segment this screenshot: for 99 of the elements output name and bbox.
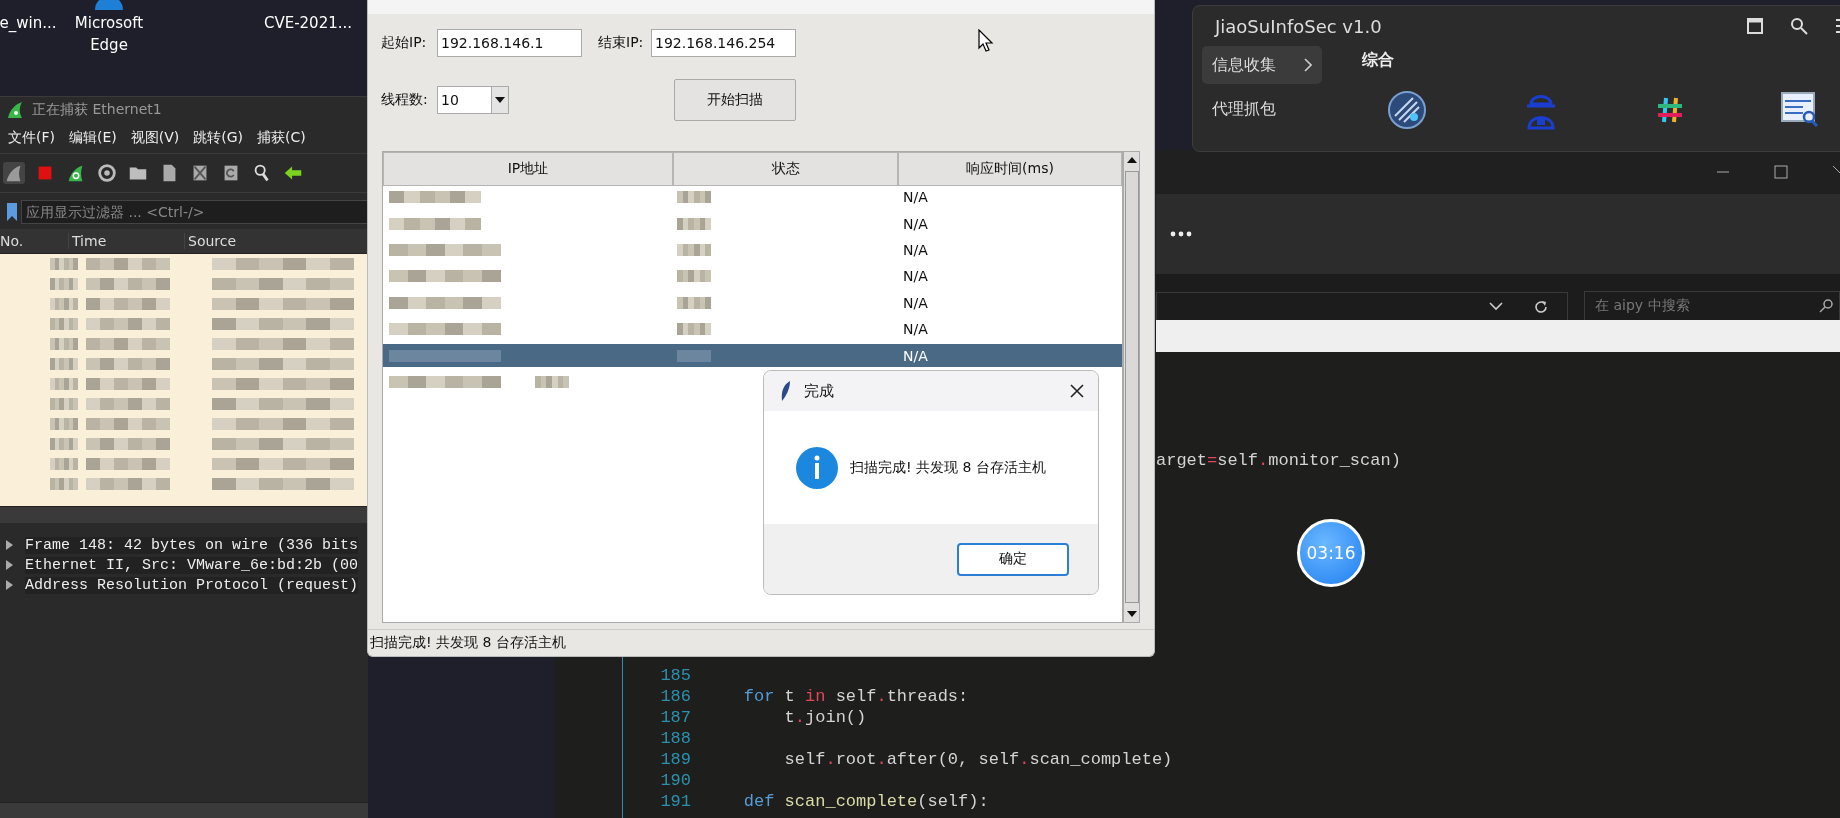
field-label: 线程数: xyxy=(381,91,429,109)
blurred-text xyxy=(677,217,711,230)
line-number: 191 xyxy=(659,792,691,811)
menu-item[interactable]: 文件(F) xyxy=(8,129,55,147)
table-cell: N/A xyxy=(903,215,928,232)
scrollbar[interactable] xyxy=(0,802,368,818)
gear-icon[interactable] xyxy=(96,162,118,184)
scroll-down-icon[interactable] xyxy=(1126,611,1137,617)
blurred-text xyxy=(50,298,78,310)
dialog-message: 扫描完成! 共发现 8 台存活主机 xyxy=(850,458,1046,477)
blurred-text xyxy=(50,318,78,330)
desktop-icon-label[interactable]: Microsoft Edge xyxy=(64,10,154,56)
section-heading: 综合 xyxy=(1362,49,1395,71)
blurred-text xyxy=(50,438,78,450)
code-line: t.join() xyxy=(783,708,867,727)
dialog-title: 完成 xyxy=(804,381,835,401)
line-number: 188 xyxy=(659,729,691,748)
menu-item[interactable]: 视图(V) xyxy=(130,129,180,147)
close-icon[interactable] xyxy=(1070,384,1084,398)
blurred-text xyxy=(50,458,78,470)
table-row[interactable]: N/A xyxy=(383,317,1122,341)
window-title: JiaoSuInfoSec v1.0 xyxy=(1215,15,1383,37)
column-header[interactable]: Source xyxy=(184,233,237,249)
line-number: 186 xyxy=(659,687,691,706)
column-header[interactable]: No. xyxy=(0,233,68,249)
column-header[interactable]: 响应时间(ms) xyxy=(898,152,1122,186)
bookmark-icon[interactable] xyxy=(7,203,17,221)
chevron-down-icon[interactable] xyxy=(1489,302,1503,311)
chevron-right-icon xyxy=(1304,58,1312,72)
table-cell: N/A xyxy=(903,268,928,285)
line-number: 190 xyxy=(659,771,691,790)
dropdown-arrow-icon[interactable] xyxy=(495,97,505,103)
desktop-icon-label[interactable]: CVE-2021... xyxy=(263,10,353,34)
column-header[interactable]: 状态 xyxy=(673,152,898,186)
cursor-icon xyxy=(978,29,994,53)
blurred-text xyxy=(677,244,711,257)
feather-icon xyxy=(780,380,792,402)
category-item[interactable]: 信息收集 xyxy=(1202,46,1322,84)
scroll-up-icon[interactable] xyxy=(1126,157,1137,163)
menu-item[interactable]: 编辑(E) xyxy=(69,129,117,147)
blurred-text xyxy=(50,398,78,410)
field-label: 结束IP: xyxy=(598,34,645,52)
table-cell: N/A xyxy=(903,347,928,364)
start-scan-button[interactable]: 开始扫描 xyxy=(674,79,796,121)
blurred-text xyxy=(677,323,711,336)
code-line: arget=self.monitor_scan) xyxy=(1156,451,1401,470)
menu-item[interactable]: 跳转(G) xyxy=(193,129,244,147)
hashtag-icon[interactable] xyxy=(1655,95,1685,125)
scrollbar[interactable] xyxy=(1123,151,1140,623)
table-cell: N/A xyxy=(903,294,928,311)
category-item[interactable]: 代理抓包 xyxy=(1202,90,1322,128)
line-number: 187 xyxy=(659,708,691,727)
shark-fin-icon xyxy=(6,101,24,119)
table-cell: N/A xyxy=(903,189,928,206)
start-ip-field[interactable]: 192.168.146.1 xyxy=(437,29,582,57)
table-row[interactable]: N/A xyxy=(383,212,1122,235)
table-row[interactable]: N/A xyxy=(383,344,1122,367)
table-cell: N/A xyxy=(903,321,928,338)
thread-count-combobox[interactable]: 10 xyxy=(437,86,509,114)
blurred-text xyxy=(50,338,78,350)
window-title: 正在捕获 Ethernet1 xyxy=(32,101,162,119)
column-header[interactable]: IP地址 xyxy=(383,152,673,186)
blurred-text xyxy=(50,418,78,430)
code-line: for t in self.threads: xyxy=(742,687,969,706)
blurred-text xyxy=(50,258,78,270)
table-cell: N/A xyxy=(903,242,928,259)
code-line: self.root.after(0, self.scan_complete) xyxy=(783,750,1173,769)
blurred-text xyxy=(50,358,78,370)
filter-field[interactable]: 应用显示过滤器 ... <Ctrl-/> xyxy=(21,200,368,224)
blurred-text xyxy=(677,349,711,362)
status-text: 扫描完成! 共发现 8 台存活主机 xyxy=(370,634,566,652)
table-row[interactable]: N/A xyxy=(383,291,1122,315)
menu-item[interactable]: 捕获(C) xyxy=(257,129,306,147)
more-icon[interactable] xyxy=(1170,231,1192,237)
blurred-text xyxy=(50,478,78,490)
blurred-text xyxy=(677,296,711,309)
line-number: 185 xyxy=(659,666,691,685)
blurred-text xyxy=(677,270,711,283)
table-row[interactable]: N/A xyxy=(383,238,1122,262)
search-icon[interactable] xyxy=(1819,299,1833,313)
orb-icon[interactable] xyxy=(1387,90,1427,130)
info-icon xyxy=(796,446,838,489)
search-icon[interactable] xyxy=(1790,17,1808,35)
scrollbar[interactable] xyxy=(0,506,368,523)
blurred-text xyxy=(50,378,78,390)
table-row[interactable]: N/A xyxy=(383,186,1122,209)
line-number: 189 xyxy=(659,750,691,769)
blurred-text xyxy=(535,376,570,388)
blurred-text xyxy=(677,191,711,204)
end-ip-field[interactable]: 192.168.146.254 xyxy=(651,29,796,57)
blurred-text xyxy=(50,278,78,290)
desktop-icon-label[interactable]: e_win... xyxy=(0,10,57,34)
refresh-icon[interactable] xyxy=(1533,298,1549,315)
ok-button[interactable]: 确定 xyxy=(957,542,1069,576)
window-search-icon[interactable] xyxy=(1781,92,1819,128)
field-label: 起始IP: xyxy=(381,34,428,52)
table-row[interactable]: N/A xyxy=(383,265,1122,288)
column-header[interactable]: Time xyxy=(68,233,184,249)
code-line: def scan_complete(self): xyxy=(742,792,989,811)
